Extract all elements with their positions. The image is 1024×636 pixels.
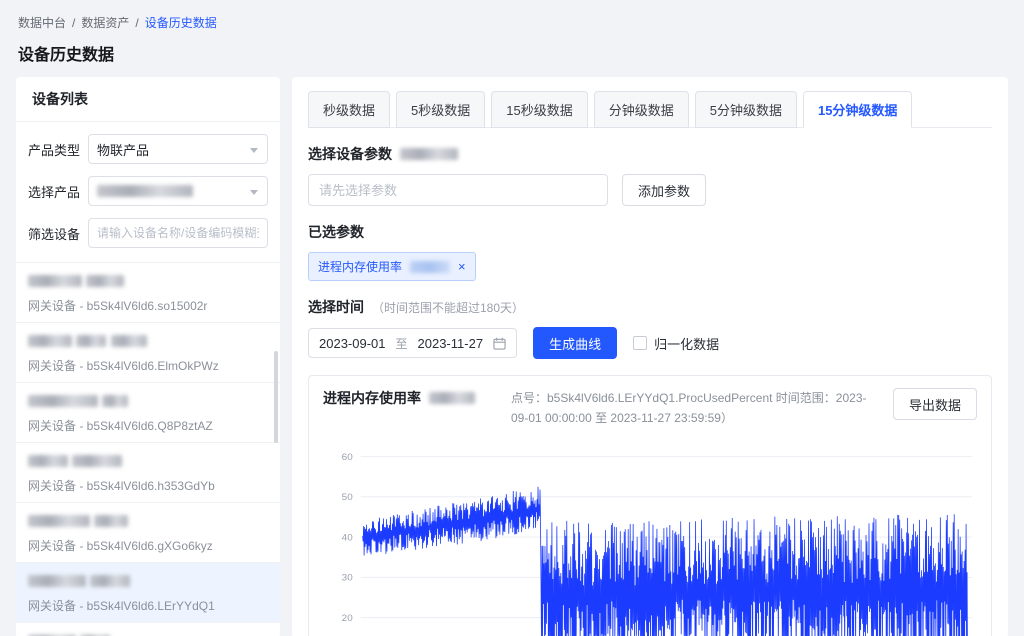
line-chart: 102030405060 (323, 443, 977, 636)
param-select-input[interactable] (308, 174, 608, 206)
breadcrumb-item-device-history[interactable]: 设备历史数据 (145, 14, 217, 31)
calendar-icon (493, 337, 506, 350)
chart-card: 进程内存使用率 点号：b5Sk4lV6ld6.LErYYdQ1.ProcUsed… (308, 375, 992, 636)
filter-device-input[interactable] (97, 226, 259, 240)
page-title: 设备历史数据 (0, 31, 1024, 77)
date-range-picker[interactable]: 2023-09-01 至 2023-11-27 (308, 328, 517, 358)
selected-param-tags: 进程内存使用率 × (308, 252, 992, 281)
svg-text:50: 50 (342, 492, 354, 503)
date-end: 2023-11-27 (418, 336, 484, 351)
device-list-item[interactable]: 网关设备 - b5Sk4lV6ld6.gXGo6kyz (16, 503, 280, 563)
device-list-item[interactable]: 网关设备 - b5Sk4lV6ld6.ElmOkPWz (16, 323, 280, 383)
breadcrumb-item-data-assets[interactable]: 数据资产 (81, 14, 129, 31)
breadcrumb-item-data-platform[interactable]: 数据中台 (18, 14, 66, 31)
svg-text:30: 30 (342, 573, 354, 584)
device-list: 网关设备 - b5Sk4lV6ld6.so15002r 网关设备 - b5Sk4… (16, 262, 280, 636)
main-panel: 秒级数据 5秒级数据 15秒级数据 分钟级数据 5分钟级数据 15分钟级数据 选… (292, 77, 1008, 636)
device-list-item[interactable]: 网关设备 - b5Sk4lV6ld6.h353GdYb (16, 443, 280, 503)
content: 设备列表 产品类型 物联产品 选择产品 筛选设 (0, 77, 1024, 636)
date-start: 2023-09-01 (319, 336, 386, 351)
tab-minute[interactable]: 分钟级数据 (594, 91, 689, 128)
export-data-button[interactable]: 导出数据 (893, 388, 977, 420)
generate-curve-button[interactable]: 生成曲线 (533, 327, 617, 359)
select-param-label: 选择设备参数 (308, 144, 992, 164)
filter-device-inputbox (88, 218, 268, 248)
device-code: 网关设备 - b5Sk4lV6ld6.h353GdYb (28, 477, 268, 494)
redacted-text (429, 392, 475, 404)
normalize-checkbox-wrap[interactable]: 归一化数据 (633, 334, 719, 353)
breadcrumb-separator: / (72, 16, 75, 30)
param-tag[interactable]: 进程内存使用率 × (308, 252, 476, 281)
page: 数据中台 / 数据资产 / 设备历史数据 设备历史数据 设备列表 产品类型 物联… (0, 0, 1024, 636)
date-separator: 至 (396, 335, 408, 352)
device-list-item[interactable]: 网关设备 - b5Sk4lV6ld6.Q8P8ztAZ (16, 383, 280, 443)
redacted-text (97, 185, 193, 197)
time-range-note: （时间范围不能超过180天） (372, 299, 524, 316)
svg-text:20: 20 (342, 613, 354, 624)
normalize-label: 归一化数据 (654, 334, 719, 353)
breadcrumb-separator: / (135, 16, 138, 30)
svg-text:60: 60 (342, 452, 354, 463)
tab-15-second[interactable]: 15秒级数据 (491, 91, 587, 128)
add-param-button[interactable]: 添加参数 (622, 174, 706, 206)
device-panel-title: 设备列表 (16, 77, 280, 122)
device-code: 网关设备 - b5Sk4lV6ld6.so15002r (28, 297, 268, 314)
device-code: 网关设备 - b5Sk4lV6ld6.gXGo6kyz (28, 537, 268, 554)
product-type-value: 物联产品 (97, 140, 149, 159)
device-list-item-selected[interactable]: 网关设备 - b5Sk4lV6ld6.LErYYdQ1 (16, 563, 280, 623)
close-icon[interactable]: × (458, 260, 466, 273)
chevron-down-icon (250, 148, 258, 153)
chart-header: 进程内存使用率 点号：b5Sk4lV6ld6.LErYYdQ1.ProcUsed… (323, 388, 977, 429)
normalize-checkbox[interactable] (633, 336, 647, 350)
chart-title: 进程内存使用率 (323, 388, 475, 408)
device-list-item[interactable]: 网关设备 - b5Sk4lV6ld6.so15002r (16, 263, 280, 323)
selected-param-label: 已选参数 (308, 222, 992, 242)
redacted-text (400, 148, 458, 160)
device-code: 网关设备 - b5Sk4lV6ld6.Q8P8ztAZ (28, 417, 268, 434)
chart-subtitle: 点号：b5Sk4lV6ld6.LErYYdQ1.ProcUsedPercent … (485, 388, 883, 429)
granularity-tabs: 秒级数据 5秒级数据 15秒级数据 分钟级数据 5分钟级数据 15分钟级数据 (308, 91, 992, 128)
device-code: 网关设备 - b5Sk4lV6ld6.LErYYdQ1 (28, 597, 268, 614)
product-type-label: 产品类型 (28, 140, 88, 159)
scrollbar-thumb[interactable] (274, 351, 278, 443)
select-product-select[interactable] (88, 176, 268, 206)
filter-device-label: 筛选设备 (28, 224, 88, 243)
svg-text:40: 40 (342, 532, 354, 543)
tab-15-minute[interactable]: 15分钟级数据 (803, 91, 912, 128)
breadcrumb: 数据中台 / 数据资产 / 设备历史数据 (0, 0, 1024, 31)
device-list-item[interactable]: 网关设备 - b5Sk4lV6ld6.lC3HalU3 (16, 623, 280, 636)
tab-5-minute[interactable]: 5分钟级数据 (695, 91, 797, 128)
redacted-text (410, 261, 450, 273)
tab-second[interactable]: 秒级数据 (308, 91, 390, 128)
tab-5-second[interactable]: 5秒级数据 (396, 91, 485, 128)
device-filter-form: 产品类型 物联产品 选择产品 筛选设备 (16, 122, 280, 262)
device-panel: 设备列表 产品类型 物联产品 选择产品 筛选设 (16, 77, 280, 636)
time-row: 2023-09-01 至 2023-11-27 生成曲线 归一化数据 (308, 327, 992, 359)
chart-plot-area: 102030405060 (323, 443, 977, 636)
param-tag-text: 进程内存使用率 (318, 258, 402, 275)
chevron-down-icon (250, 190, 258, 195)
select-time-label: 选择时间 （时间范围不能超过180天） (308, 297, 992, 317)
select-product-label: 选择产品 (28, 182, 88, 201)
device-code: 网关设备 - b5Sk4lV6ld6.ElmOkPWz (28, 357, 268, 374)
param-row: 添加参数 (308, 174, 992, 206)
product-type-select[interactable]: 物联产品 (88, 134, 268, 164)
